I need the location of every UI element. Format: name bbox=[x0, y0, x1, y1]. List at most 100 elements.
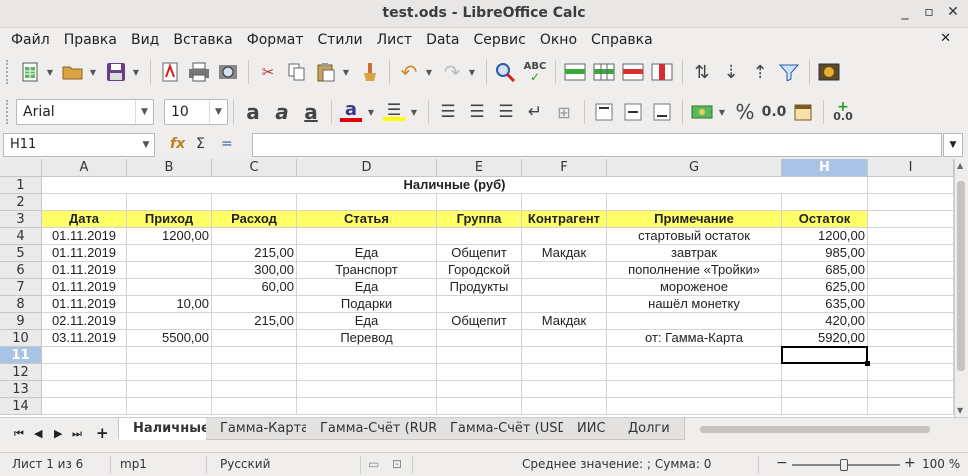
cell[interactable] bbox=[868, 296, 954, 313]
cell[interactable] bbox=[868, 330, 954, 347]
data-cell[interactable]: завтрак bbox=[607, 245, 782, 262]
find-replace-icon[interactable] bbox=[492, 58, 520, 86]
cell[interactable] bbox=[127, 381, 212, 398]
row-header[interactable]: 6 bbox=[0, 262, 42, 279]
font-size-combo[interactable]: 10 ▼ bbox=[164, 99, 228, 125]
save-dropdown-icon[interactable]: ▼ bbox=[131, 58, 141, 86]
menu-tools[interactable]: Сервис bbox=[467, 32, 533, 48]
close-icon[interactable]: ✕ bbox=[944, 4, 962, 20]
cell[interactable] bbox=[127, 364, 212, 381]
data-cell[interactable]: Еда bbox=[297, 279, 437, 296]
cell[interactable] bbox=[522, 194, 607, 211]
expand-formula-bar-icon[interactable]: ▼ bbox=[943, 133, 963, 157]
row-header[interactable]: 5 bbox=[0, 245, 42, 262]
menu-view[interactable]: Вид bbox=[124, 32, 166, 48]
align-bottom-icon[interactable] bbox=[648, 98, 676, 126]
redo-dropdown-icon[interactable]: ▼ bbox=[467, 58, 477, 86]
data-cell[interactable] bbox=[522, 262, 607, 279]
menu-data[interactable]: Data bbox=[419, 32, 466, 48]
toolbar-grip[interactable] bbox=[6, 60, 10, 84]
column-header[interactable]: D bbox=[297, 159, 437, 177]
cell[interactable] bbox=[212, 381, 297, 398]
cell[interactable] bbox=[522, 398, 607, 415]
cell[interactable] bbox=[297, 398, 437, 415]
data-cell[interactable] bbox=[607, 313, 782, 330]
cell[interactable] bbox=[868, 211, 954, 228]
undo-dropdown-icon[interactable]: ▼ bbox=[424, 58, 434, 86]
data-cell[interactable] bbox=[522, 296, 607, 313]
next-sheet-icon[interactable]: ▶ bbox=[54, 427, 62, 440]
data-cell[interactable]: Продукты bbox=[437, 279, 522, 296]
add-sheet-icon[interactable]: + bbox=[96, 424, 109, 442]
cell[interactable] bbox=[868, 279, 954, 296]
cell[interactable] bbox=[868, 347, 954, 364]
last-sheet-icon[interactable]: ⏭ bbox=[72, 427, 82, 441]
scroll-up-icon[interactable]: ▲ bbox=[957, 161, 963, 170]
highlight-dropdown-icon[interactable]: ▼ bbox=[409, 98, 419, 126]
spelling-icon[interactable]: ABC ✓ bbox=[521, 58, 549, 86]
close-document-icon[interactable]: ✕ bbox=[933, 31, 958, 46]
cell[interactable] bbox=[868, 245, 954, 262]
cell[interactable] bbox=[782, 398, 868, 415]
row-header[interactable]: 8 bbox=[0, 296, 42, 313]
paste-icon[interactable] bbox=[312, 58, 340, 86]
data-cell[interactable]: 985,00 bbox=[782, 245, 868, 262]
align-left-icon[interactable]: ☰ bbox=[434, 98, 462, 126]
row-header[interactable]: 3 bbox=[0, 211, 42, 228]
formula-icon[interactable]: = bbox=[221, 136, 233, 152]
spreadsheet-grid[interactable]: A B C D E F G H I 1 2 3 4 5 6 7 8 9 10 11 12 13 14 Наличные (ру… bbox=[0, 159, 954, 417]
cell[interactable] bbox=[437, 381, 522, 398]
cell[interactable] bbox=[522, 381, 607, 398]
data-cell[interactable] bbox=[522, 228, 607, 245]
underline-icon[interactable]: a bbox=[297, 98, 325, 126]
bold-icon[interactable]: a bbox=[239, 98, 267, 126]
wrap-text-icon[interactable]: ↵ bbox=[521, 98, 549, 126]
first-sheet-icon[interactable]: ⏮ bbox=[14, 427, 24, 441]
name-box[interactable]: H11 ▼ bbox=[3, 133, 155, 157]
align-middle-icon[interactable] bbox=[619, 98, 647, 126]
tab-iis[interactable]: ИИС bbox=[563, 418, 621, 440]
cell[interactable] bbox=[212, 398, 297, 415]
cell[interactable] bbox=[212, 347, 297, 364]
fill-handle[interactable] bbox=[865, 361, 870, 366]
new-spreadsheet-icon[interactable] bbox=[16, 58, 44, 86]
cell[interactable] bbox=[607, 381, 782, 398]
sort-ascending-icon[interactable]: ⇣ bbox=[717, 58, 745, 86]
number-format-icon[interactable]: 0.0 bbox=[760, 98, 788, 126]
data-cell[interactable]: 685,00 bbox=[782, 262, 868, 279]
cell[interactable] bbox=[522, 364, 607, 381]
data-cell[interactable]: 60,00 bbox=[212, 279, 297, 296]
merge-cells-icon[interactable]: ⊞ bbox=[550, 98, 578, 126]
cell[interactable] bbox=[607, 364, 782, 381]
data-cell[interactable]: 02.11.2019 bbox=[42, 313, 127, 330]
data-cell[interactable]: 625,00 bbox=[782, 279, 868, 296]
data-cell[interactable]: 300,00 bbox=[212, 262, 297, 279]
sort-descending-icon[interactable]: ⇡ bbox=[746, 58, 774, 86]
toolbar-grip[interactable] bbox=[6, 100, 10, 124]
vertical-scroll-thumb[interactable] bbox=[957, 181, 965, 371]
delete-column-icon[interactable] bbox=[648, 58, 676, 86]
cell[interactable] bbox=[42, 347, 127, 364]
cell[interactable] bbox=[868, 194, 954, 211]
cell[interactable] bbox=[868, 177, 954, 194]
cell[interactable] bbox=[42, 194, 127, 211]
data-cell[interactable] bbox=[127, 262, 212, 279]
chevron-down-icon[interactable]: ▼ bbox=[209, 100, 227, 124]
align-center-icon[interactable]: ☰ bbox=[463, 98, 491, 126]
cell[interactable] bbox=[868, 398, 954, 415]
data-cell[interactable]: Городской bbox=[437, 262, 522, 279]
data-cell[interactable]: Еда bbox=[297, 245, 437, 262]
row-header[interactable]: 4 bbox=[0, 228, 42, 245]
insert-column-icon[interactable] bbox=[590, 58, 618, 86]
cell[interactable] bbox=[127, 194, 212, 211]
italic-icon[interactable]: a bbox=[268, 98, 296, 126]
clone-formatting-icon[interactable] bbox=[355, 58, 383, 86]
cell[interactable] bbox=[42, 364, 127, 381]
data-cell[interactable]: 1200,00 bbox=[782, 228, 868, 245]
selection-mode-icon[interactable]: ⊡ bbox=[392, 457, 402, 471]
column-title-cell[interactable]: Расход bbox=[212, 211, 297, 228]
data-cell[interactable]: 420,00 bbox=[782, 313, 868, 330]
data-cell[interactable]: нашёл монетку bbox=[607, 296, 782, 313]
cell[interactable] bbox=[212, 364, 297, 381]
zoom-level[interactable]: 100 % bbox=[922, 457, 960, 471]
